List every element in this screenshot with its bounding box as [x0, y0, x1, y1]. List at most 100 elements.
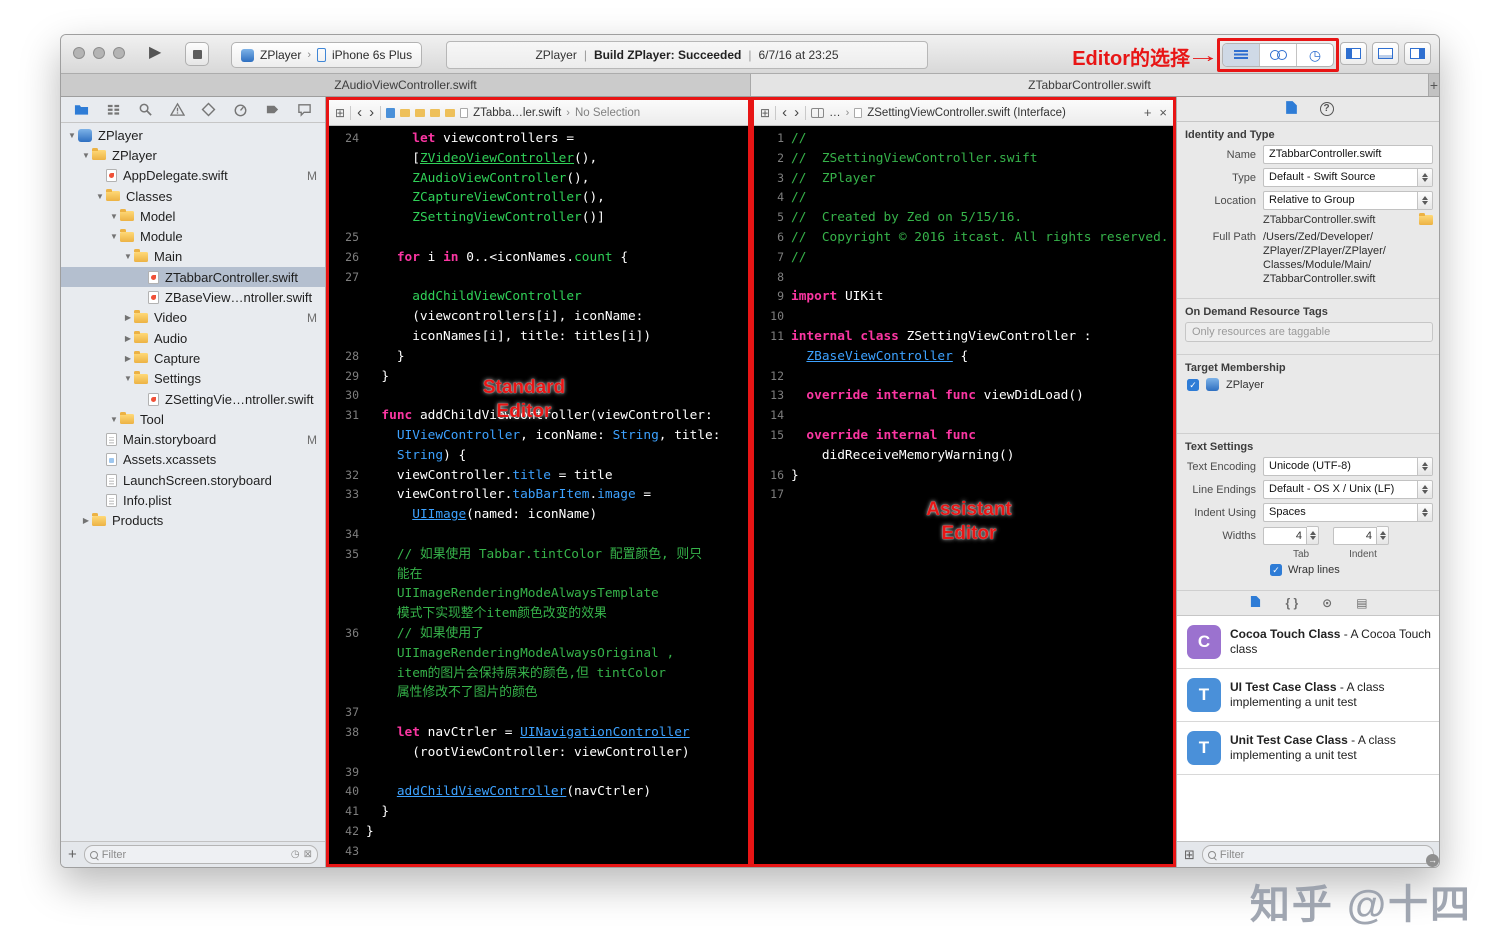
disclosure-triangle-icon[interactable]: ▼ — [122, 252, 134, 261]
version-editor-button[interactable]: ◷ — [1297, 44, 1333, 66]
disclosure-triangle-icon[interactable]: ▶ — [80, 516, 92, 525]
standard-editor-button[interactable] — [1223, 44, 1260, 66]
disclosure-triangle-icon[interactable]: ▼ — [94, 192, 106, 201]
navigator-item-assets-xcassets[interactable]: Assets.xcassets — [61, 450, 325, 470]
target-checkbox[interactable]: ✓ — [1187, 379, 1199, 391]
media-library-icon[interactable]: ▤ — [1356, 596, 1367, 610]
navigator-item-zplayer[interactable]: ▼ZPlayer — [61, 125, 325, 145]
choose-location-folder-icon[interactable] — [1419, 215, 1433, 225]
file-inspector-icon[interactable] — [1285, 100, 1298, 118]
toggle-utilities-button[interactable] — [1404, 42, 1431, 65]
object-library-icon[interactable]: ⊙ — [1322, 596, 1332, 610]
tab-ztabbarcontroller[interactable]: ZTabbarController.swift — [751, 74, 1429, 96]
search-navigator-icon[interactable] — [138, 102, 153, 117]
close-assistant-editor-button[interactable]: × — [1159, 105, 1167, 120]
navigator-item-main[interactable]: ▼Main — [61, 247, 325, 267]
line-endings-popup[interactable]: Default - OS X / Unix (LF) — [1263, 480, 1433, 499]
navigator-item-module[interactable]: ▼Module — [61, 226, 325, 246]
navigator-item-info-plist[interactable]: Info.plist — [61, 490, 325, 510]
disclosure-triangle-icon[interactable]: ▼ — [108, 232, 120, 241]
forward-button[interactable]: › — [368, 106, 375, 120]
disclosure-triangle-icon[interactable]: ▼ — [66, 131, 78, 140]
left-code-area[interactable]: 24 let viewcontrollers = [ZVideoViewCont… — [329, 126, 748, 864]
navigator-item-appdelegate-swift[interactable]: AppDelegate.swiftM — [61, 166, 325, 186]
navigator-item-tool[interactable]: ▼Tool — [61, 409, 325, 429]
library-item-unit-test-case-class[interactable]: TUnit Test Case Class - A class implemen… — [1177, 722, 1440, 775]
right-code-area[interactable]: 1//2// ZSettingViewController.swift3// Z… — [754, 126, 1173, 864]
disclosure-triangle-icon[interactable]: ▶ — [122, 313, 134, 322]
back-button[interactable]: ‹ — [356, 106, 363, 120]
test-navigator-icon[interactable] — [201, 102, 216, 117]
toggle-debug-area-button[interactable] — [1372, 42, 1399, 65]
jumpbar-file[interactable]: ZTabba…ler.swift — [473, 107, 561, 119]
zoom-window-button[interactable] — [113, 47, 125, 59]
close-window-button[interactable] — [73, 47, 85, 59]
library-view-mode-icon[interactable]: ⊞ — [1184, 847, 1195, 863]
related-items-icon[interactable]: ⊞ — [335, 106, 345, 120]
navigator-item-model[interactable]: ▼Model — [61, 206, 325, 226]
recent-files-icon[interactable]: ◷ — [291, 849, 300, 860]
navigator-item-products[interactable]: ▶Products — [61, 511, 325, 531]
quick-help-icon[interactable]: ? — [1320, 102, 1334, 116]
navigator-item-zsettingvie-ntroller-swift[interactable]: ZSettingVie…ntroller.swift — [61, 389, 325, 409]
add-tab-button[interactable]: + — [1429, 74, 1439, 96]
report-navigator-icon[interactable] — [297, 102, 312, 117]
folder-crumb-icon[interactable] — [400, 109, 410, 117]
counterparts-icon[interactable] — [811, 108, 824, 118]
file-crumb-icon[interactable] — [460, 108, 468, 118]
file-crumb-icon[interactable] — [854, 108, 862, 118]
tab-width-field[interactable]: 4 — [1263, 527, 1307, 545]
navigator-item-ztabbarcontroller-swift[interactable]: ZTabbarController.swift — [61, 267, 325, 287]
disclosure-triangle-icon[interactable]: ▼ — [108, 212, 120, 221]
code-snippet-library-icon[interactable]: { } — [1285, 596, 1298, 610]
indent-width-field[interactable]: 4 — [1333, 527, 1377, 545]
navigator-filter-field[interactable]: Filter ◷ ⊠ — [84, 845, 318, 864]
file-template-library-icon[interactable] — [1250, 595, 1261, 611]
add-file-button[interactable]: + — [68, 847, 77, 862]
jumpbar-file[interactable]: ZSettingViewController.swift (Interface) — [867, 107, 1066, 119]
wrap-lines-checkbox[interactable]: ✓ — [1270, 564, 1282, 576]
stop-button[interactable] — [185, 42, 209, 66]
add-assistant-editor-button[interactable]: + — [1144, 105, 1152, 120]
odr-tags-field[interactable]: Only resources are taggable — [1185, 322, 1433, 342]
indent-width-stepper[interactable] — [1377, 526, 1389, 545]
navigator-item-video[interactable]: ▶VideoM — [61, 308, 325, 328]
navigator-item-capture[interactable]: ▶Capture — [61, 348, 325, 368]
assistant-editor-button[interactable] — [1260, 44, 1297, 66]
symbol-navigator-icon[interactable] — [106, 102, 121, 117]
jumpbar-selection[interactable]: No Selection — [575, 107, 640, 119]
navigator-item-classes[interactable]: ▼Classes — [61, 186, 325, 206]
navigator-item-zplayer[interactable]: ▼ZPlayer — [61, 145, 325, 165]
breakpoint-navigator-icon[interactable] — [265, 102, 280, 117]
back-button[interactable]: ‹ — [781, 106, 788, 120]
encoding-popup[interactable]: Unicode (UTF-8) — [1263, 457, 1433, 476]
related-items-icon[interactable]: ⊞ — [760, 106, 770, 120]
folder-crumb-icon[interactable] — [445, 109, 455, 117]
navigator-item-main-storyboard[interactable]: Main.storyboardM — [61, 429, 325, 449]
location-popup[interactable]: Relative to Group — [1263, 191, 1433, 210]
folder-crumb-icon[interactable] — [430, 109, 440, 117]
navigator-item-audio[interactable]: ▶Audio — [61, 328, 325, 348]
navigator-item-launchscreen-storyboard[interactable]: LaunchScreen.storyboard — [61, 470, 325, 490]
library-item-ui-test-case-class[interactable]: TUI Test Case Class - A class implementi… — [1177, 669, 1440, 722]
disclosure-triangle-icon[interactable]: ▼ — [122, 374, 134, 383]
indent-using-popup[interactable]: Spaces — [1263, 503, 1433, 522]
minimize-window-button[interactable] — [93, 47, 105, 59]
issue-navigator-icon[interactable] — [170, 102, 185, 117]
navigator-item-zbaseview-ntroller-swift[interactable]: ZBaseView…ntroller.swift — [61, 287, 325, 307]
scm-filter-icon[interactable]: ⊠ — [304, 849, 312, 860]
folder-crumb-icon[interactable] — [415, 109, 425, 117]
disclosure-triangle-icon[interactable]: ▼ — [108, 415, 120, 424]
tab-zaudioviewcontroller[interactable]: ZAudioViewController.swift — [61, 74, 751, 96]
project-crumb-icon[interactable] — [386, 108, 395, 118]
disclosure-triangle-icon[interactable]: ▶ — [122, 334, 134, 343]
tab-width-stepper[interactable] — [1307, 526, 1319, 545]
navigator-item-settings[interactable]: ▼Settings — [61, 369, 325, 389]
run-button[interactable]: ▶ — [149, 43, 161, 63]
name-field[interactable]: ZTabbarController.swift — [1263, 145, 1433, 164]
disclosure-triangle-icon[interactable]: ▼ — [80, 151, 92, 160]
forward-button[interactable]: › — [793, 106, 800, 120]
scheme-selector[interactable]: ZPlayer › iPhone 6s Plus — [231, 42, 422, 68]
debug-navigator-icon[interactable] — [233, 102, 248, 117]
type-popup[interactable]: Default - Swift Source — [1263, 168, 1433, 187]
